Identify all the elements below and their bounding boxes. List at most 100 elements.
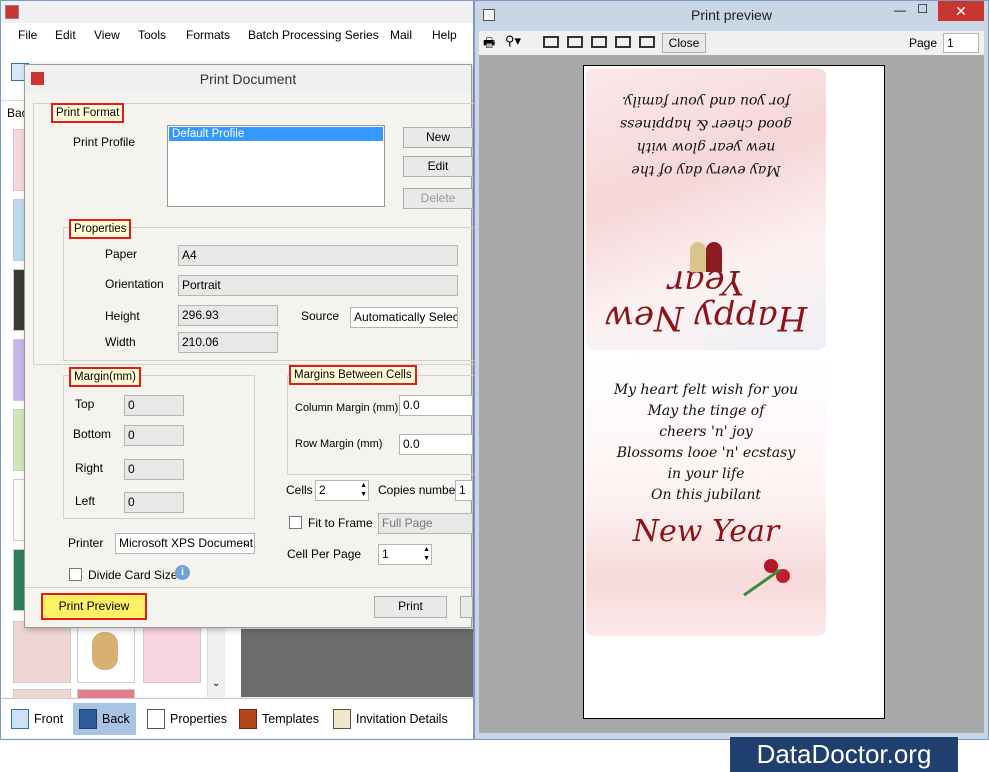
two-pages-icon[interactable] xyxy=(567,36,583,48)
preview-page: Happy New Year May every day of the new … xyxy=(583,65,885,719)
right-margin-label: Right xyxy=(75,461,104,475)
card-line: cheers 'n' joy xyxy=(659,424,753,440)
wine-glass-shape xyxy=(690,242,706,272)
rotated-card-content: Happy New Year May every day of the new … xyxy=(586,68,826,350)
print-button[interactable]: Print xyxy=(374,596,447,618)
back-card-icon xyxy=(79,709,97,729)
menu-tools[interactable]: Tools xyxy=(138,28,166,42)
scroll-down-icon[interactable]: ⌄ xyxy=(212,678,220,689)
source-field[interactable]: Automatically Select xyxy=(350,307,458,328)
orientation-field[interactable]: Portrait xyxy=(178,275,458,296)
card-line: Blossoms looe 'n' ecstasy xyxy=(616,445,796,461)
minimize-icon[interactable]: — xyxy=(894,3,906,17)
top-margin-field[interactable]: 0 xyxy=(124,395,184,416)
cell-per-page-value: 1 xyxy=(382,547,389,561)
thumb-scrollbar[interactable]: ⌄ xyxy=(207,621,225,697)
width-field[interactable]: 210.06 xyxy=(178,332,278,353)
fit-to-frame-checkbox[interactable] xyxy=(289,516,302,529)
tab-front-label: Front xyxy=(34,712,64,726)
margin-heading: Margin(mm) xyxy=(69,367,141,387)
datadoctor-watermark: DataDoctor.org xyxy=(730,737,958,772)
paper-field[interactable]: A4 xyxy=(178,245,458,266)
tab-properties[interactable]: Properties xyxy=(141,703,233,735)
height-field[interactable]: 296.93 xyxy=(178,305,278,326)
four-pages-icon[interactable] xyxy=(615,36,631,48)
column-margin-field[interactable]: 0.0 xyxy=(399,395,473,416)
zoom-icon[interactable]: ⚲▾ xyxy=(505,33,521,49)
card-line: in your life xyxy=(667,466,745,482)
menu-formats[interactable]: Formats xyxy=(186,28,230,42)
teddy-bear-icon xyxy=(92,632,118,670)
menu-mail[interactable]: Mail xyxy=(390,28,412,42)
wine-glasses-icon xyxy=(676,212,736,272)
copies-field[interactable]: 1 xyxy=(455,480,473,501)
card-script-title: New Year xyxy=(632,514,780,549)
print-icon[interactable]: 🖶 xyxy=(483,34,495,56)
cells-label: Cells xyxy=(286,483,313,497)
close-window-icon[interactable]: ✕ xyxy=(938,1,984,21)
card-line: May every day of the xyxy=(631,162,781,178)
cancel-button-partial[interactable] xyxy=(460,596,473,618)
printer-select[interactable]: Microsoft XPS Document Writer ⌄ xyxy=(115,533,255,554)
print-format-heading: Print Format xyxy=(51,103,125,123)
card-script-title: Happy New Year xyxy=(604,262,808,338)
fit-to-frame-select[interactable]: Full Page xyxy=(378,513,473,534)
page-number-input[interactable]: 1 xyxy=(943,33,979,53)
stepper-arrows-icon[interactable]: ▲ ▼ xyxy=(360,481,367,499)
tab-back[interactable]: Back xyxy=(73,703,136,735)
six-pages-icon[interactable] xyxy=(639,36,655,48)
one-page-icon[interactable] xyxy=(543,36,559,48)
fit-to-frame-label: Fit to Frame xyxy=(308,516,373,530)
info-icon[interactable]: i xyxy=(175,565,190,580)
card-back-bottom: My heart felt wish for you May the tinge… xyxy=(586,354,826,636)
bottom-margin-field[interactable]: 0 xyxy=(124,425,184,446)
template-thumbnail[interactable] xyxy=(13,621,71,683)
stepper-arrows-icon[interactable]: ▲ ▼ xyxy=(423,545,430,563)
three-pages-icon[interactable] xyxy=(591,36,607,48)
margins-between-cells-heading: Margins Between Cells xyxy=(289,365,417,385)
margins-between-cells-group xyxy=(287,375,475,475)
properties-heading: Properties xyxy=(69,219,132,239)
dialog-title-bar: Print Document xyxy=(25,65,471,93)
menu-view[interactable]: View xyxy=(94,28,120,42)
template-thumbnail[interactable] xyxy=(143,621,201,683)
row-margin-label: Row Margin (mm) xyxy=(295,438,383,450)
app-logo-icon xyxy=(5,5,19,19)
tab-invitation-details[interactable]: Invitation Details xyxy=(327,703,454,735)
card-line: May the tinge of xyxy=(647,403,765,419)
preview-area[interactable]: Happy New Year May every day of the new … xyxy=(479,55,984,733)
divide-card-size-checkbox[interactable] xyxy=(69,568,82,581)
top-margin-label: Top xyxy=(75,397,95,411)
row-margin-field[interactable]: 0.0 xyxy=(399,434,473,455)
menu-batch-processing[interactable]: Batch Processing Series xyxy=(248,28,379,42)
rose-stem xyxy=(743,568,781,597)
menu-help[interactable]: Help xyxy=(432,28,457,42)
cell-per-page-stepper[interactable]: 1 ▲ ▼ xyxy=(378,544,432,565)
tab-properties-label: Properties xyxy=(170,712,227,726)
divide-card-size-label: Divide Card Size xyxy=(88,568,178,582)
orientation-label: Orientation xyxy=(105,277,164,291)
profile-option[interactable]: Default Profile xyxy=(169,127,383,141)
tab-templates[interactable]: Templates xyxy=(233,703,325,735)
left-margin-field[interactable]: 0 xyxy=(124,492,184,513)
printer-value: Microsoft XPS Document Writer xyxy=(119,536,254,550)
edit-profile-button[interactable]: Edit xyxy=(403,156,473,177)
teddy-bear-thumbnail[interactable] xyxy=(77,621,135,683)
column-margin-label: Column Margin (mm) xyxy=(295,402,399,414)
cells-value: 2 xyxy=(319,483,326,497)
cells-stepper[interactable]: 2 ▲ ▼ xyxy=(315,480,369,501)
new-profile-button[interactable]: New xyxy=(403,127,473,148)
close-preview-button[interactable]: Close xyxy=(662,33,706,53)
maximize-icon[interactable]: ☐ xyxy=(917,2,928,16)
right-margin-field[interactable]: 0 xyxy=(124,459,184,480)
tab-front[interactable]: Front xyxy=(5,703,69,735)
print-profile-list[interactable]: Default Profile xyxy=(167,125,385,207)
menu-edit[interactable]: Edit xyxy=(55,28,76,42)
card-line: good cheer & happiness xyxy=(619,116,793,132)
height-label: Height xyxy=(105,309,140,323)
printer-label: Printer xyxy=(68,536,104,550)
print-preview-button[interactable]: Print Preview xyxy=(41,593,147,620)
print-document-dialog: Print Document Print Format Print Profil… xyxy=(24,64,475,628)
menu-file[interactable]: File xyxy=(18,28,37,42)
delete-profile-button[interactable]: Delete xyxy=(403,188,473,209)
